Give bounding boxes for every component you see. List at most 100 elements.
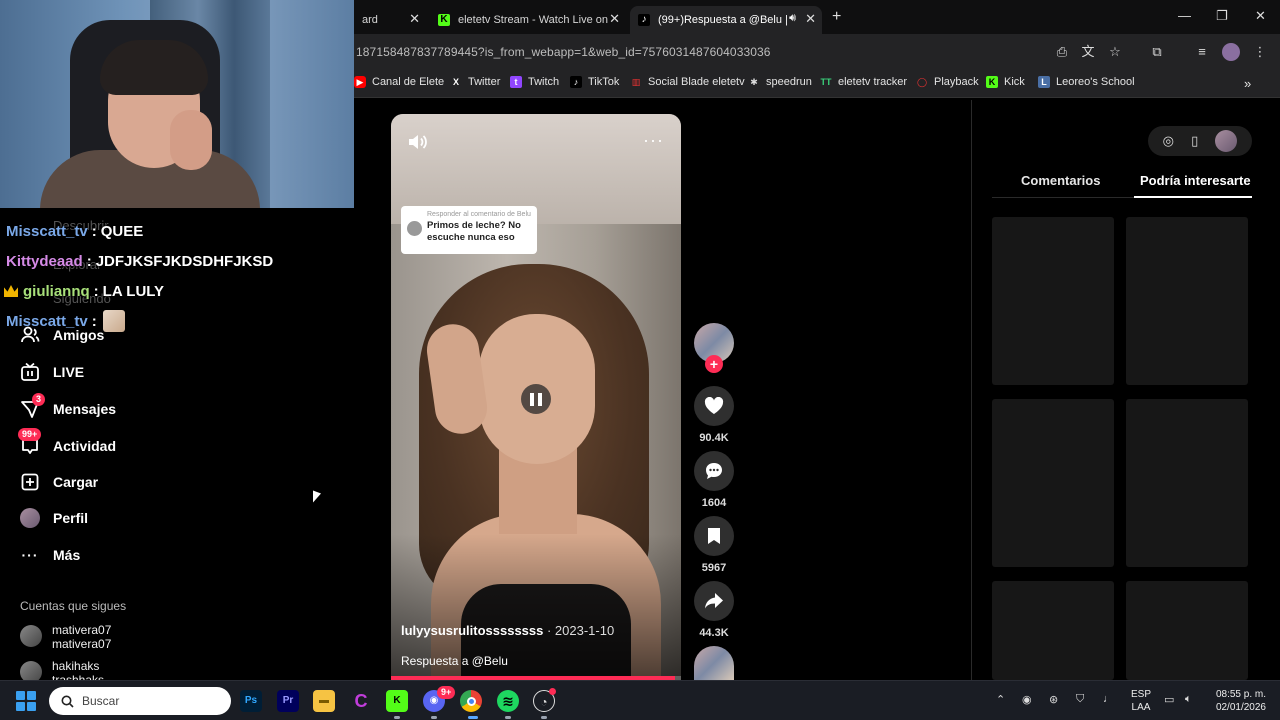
browser-tab-dashboard[interactable]: ard ✕ — [354, 6, 426, 34]
tiktok-icon: ♪ — [570, 76, 582, 88]
url-field[interactable]: 187158487837789445?is_from_webapp=1&web_… — [356, 45, 771, 59]
bookmark-label: Canal de Elete — [372, 76, 445, 88]
input-language[interactable]: ESP LAA — [1126, 688, 1156, 714]
nav-item-mensajes[interactable]: 3 Mensajes — [20, 393, 116, 424]
kick-icon[interactable]: K — [386, 690, 408, 712]
nav-item-cargar[interactable]: Cargar — [20, 467, 98, 497]
nav-item-perfil[interactable]: Perfil — [20, 503, 88, 533]
more-options-icon[interactable]: ··· — [643, 130, 664, 151]
maximize-icon[interactable]: ❐ — [1216, 8, 1228, 24]
network-icon[interactable]: ▭ — [1164, 693, 1174, 706]
bookmark-kick[interactable]: K Kick — [986, 76, 1025, 88]
like-button[interactable] — [694, 386, 734, 426]
save-button[interactable] — [694, 516, 734, 556]
bookmark-star-icon[interactable]: ☆ — [1106, 43, 1124, 61]
chat-separator: : — [93, 282, 99, 300]
steam-tray-icon[interactable]: ⊛ — [1049, 693, 1058, 706]
file-explorer-icon[interactable]: ▬ — [313, 690, 335, 712]
webcam-hair — [100, 40, 208, 95]
photoshop-icon[interactable]: Ps — [240, 690, 262, 712]
kick-icon: K — [438, 14, 450, 26]
webcam-hand — [170, 110, 212, 170]
bookmark-tiktok[interactable]: ♪ TikTok — [570, 76, 619, 88]
nav-item-actividad[interactable]: 99+ Actividad — [18, 428, 116, 461]
tab-podria-interesarte[interactable]: Podría interesarte — [1140, 173, 1251, 188]
nav-item-live[interactable]: LIVE — [20, 357, 84, 387]
translate-icon[interactable]: 文 — [1079, 43, 1097, 61]
video-thumbnail-placeholder[interactable] — [992, 399, 1114, 567]
bookmark-playback[interactable]: ◯ Playback — [916, 76, 979, 88]
reply-header: Responder al comentario de Belu — [427, 211, 531, 218]
compass-icon[interactable]: ◎ — [1163, 133, 1174, 149]
nav-label: Más — [53, 547, 81, 563]
browser-tab-tiktok[interactable]: ♪ (99+)Respuesta a @Belu | lu 🔊︎ ✕ — [630, 6, 822, 34]
volume-tray-icon[interactable]: 🔈︎ — [1185, 693, 1192, 706]
video-thumbnail-placeholder[interactable] — [992, 581, 1114, 680]
share-icon — [705, 593, 723, 609]
close-icon[interactable]: ✕ — [609, 11, 620, 27]
reply-text: Primos de leche? No escuche nunca eso — [427, 220, 521, 243]
browser-profile-icon[interactable] — [1222, 43, 1240, 61]
windows-start-icon[interactable] — [16, 691, 36, 711]
mobile-icon[interactable]: ▯ — [1191, 133, 1198, 149]
canva-icon[interactable]: C — [350, 690, 372, 712]
bookmark-eletetv-tracker[interactable]: TT eletetv tracker — [820, 76, 908, 88]
video-thumbnail-placeholder[interactable] — [1126, 217, 1248, 385]
nav-item-amigos[interactable]: Amigos — [20, 320, 104, 350]
following-account[interactable]: hakihaks trashhaks — [20, 659, 104, 680]
reply-comment-card[interactable]: Responder al comentario de Belu Primos d… — [401, 206, 537, 254]
speaker-icon[interactable]: 🔊︎ — [789, 12, 796, 25]
video-thumbnail-placeholder[interactable] — [992, 217, 1114, 385]
tray-overflow-icon[interactable]: ⌃ — [996, 693, 1005, 706]
browser-menu-icon[interactable]: ⋮ — [1251, 43, 1269, 61]
more-bookmarks-icon[interactable]: » — [1244, 76, 1251, 91]
following-account[interactable]: mativera07 mativera07 — [20, 623, 111, 651]
chrome-icon[interactable] — [460, 690, 482, 712]
close-icon[interactable]: ✕ — [805, 11, 816, 27]
share-button[interactable] — [694, 581, 734, 621]
browser-tab-kick[interactable]: K eletetv Stream - Watch Live on ✕ — [430, 6, 626, 34]
video-author[interactable]: lulyysusrulitossssssss · 2023-1-10 — [401, 623, 614, 638]
extensions-icon[interactable]: ⧉ — [1148, 43, 1166, 61]
system-clock[interactable]: 08:55 p. m. 02/01/2026 — [1208, 688, 1266, 714]
music-disc-avatar[interactable] — [694, 646, 734, 680]
author-name[interactable]: lulyysusrulitossssssss — [401, 623, 543, 638]
bookmark-social-blade[interactable]: ▥ Social Blade eletetv — [630, 76, 745, 88]
taskbar-search[interactable]: Buscar — [49, 687, 231, 715]
video-thumbnail-placeholder[interactable] — [1126, 581, 1248, 680]
comment-button[interactable] — [694, 451, 734, 491]
panel-controls: ◎ ▯ — [1148, 126, 1252, 156]
pause-button[interactable] — [521, 384, 551, 414]
bookmark-twitter[interactable]: X Twitter — [450, 76, 500, 88]
media-control-icon[interactable]: ≡ — [1193, 43, 1211, 61]
like-count: 90.4K — [699, 432, 729, 444]
premiere-icon[interactable]: Pr — [277, 690, 299, 712]
bookmark-label: eletetv tracker — [838, 76, 908, 88]
bookmark-canal-de-elete[interactable]: ▶ Canal de Elete — [354, 76, 444, 88]
active-tab-indicator — [1134, 196, 1252, 198]
spotify-icon[interactable]: ≋ — [497, 690, 519, 712]
install-app-icon[interactable]: ⎙ — [1053, 43, 1071, 61]
school-icon: L — [1038, 76, 1050, 88]
close-icon[interactable]: ✕ — [409, 11, 420, 27]
chat-message: Kittydeaad : JDFJKSFJKDSDHFJKSD — [6, 246, 346, 276]
bookmark-leoreos-school[interactable]: L Leoreo's School — [1038, 76, 1135, 88]
discord-tray-icon[interactable]: ◉ — [1022, 693, 1032, 706]
video-thumbnail-placeholder[interactable] — [1126, 399, 1248, 567]
minimize-icon[interactable]: — — [1178, 8, 1191, 23]
bookmark-speedrun[interactable]: ✱ speedrun — [748, 76, 812, 88]
security-tray-icon[interactable]: ⛉ — [1076, 693, 1084, 706]
stream-chat: Misscatt_tv : QUEE Kittydeaad : JDFJKSFJ… — [4, 216, 346, 336]
bookmark-twitch[interactable]: t Twitch — [510, 76, 559, 88]
new-tab-icon[interactable]: + — [832, 8, 841, 26]
volume-icon[interactable] — [407, 132, 429, 157]
heart-icon — [704, 397, 724, 414]
close-window-icon[interactable]: ✕ — [1255, 8, 1266, 24]
user-avatar[interactable] — [1215, 130, 1238, 152]
nav-label: LIVE — [53, 364, 85, 380]
tab-comentarios[interactable]: Comentarios — [1021, 173, 1100, 188]
nav-item-mas[interactable]: ··· Más — [20, 540, 81, 570]
video-player[interactable]: ··· Responder al comentario de Belu Prim… — [391, 114, 681, 680]
microphone-icon[interactable]: ♩ — [1103, 693, 1114, 705]
follow-plus-icon[interactable]: + — [705, 355, 723, 373]
